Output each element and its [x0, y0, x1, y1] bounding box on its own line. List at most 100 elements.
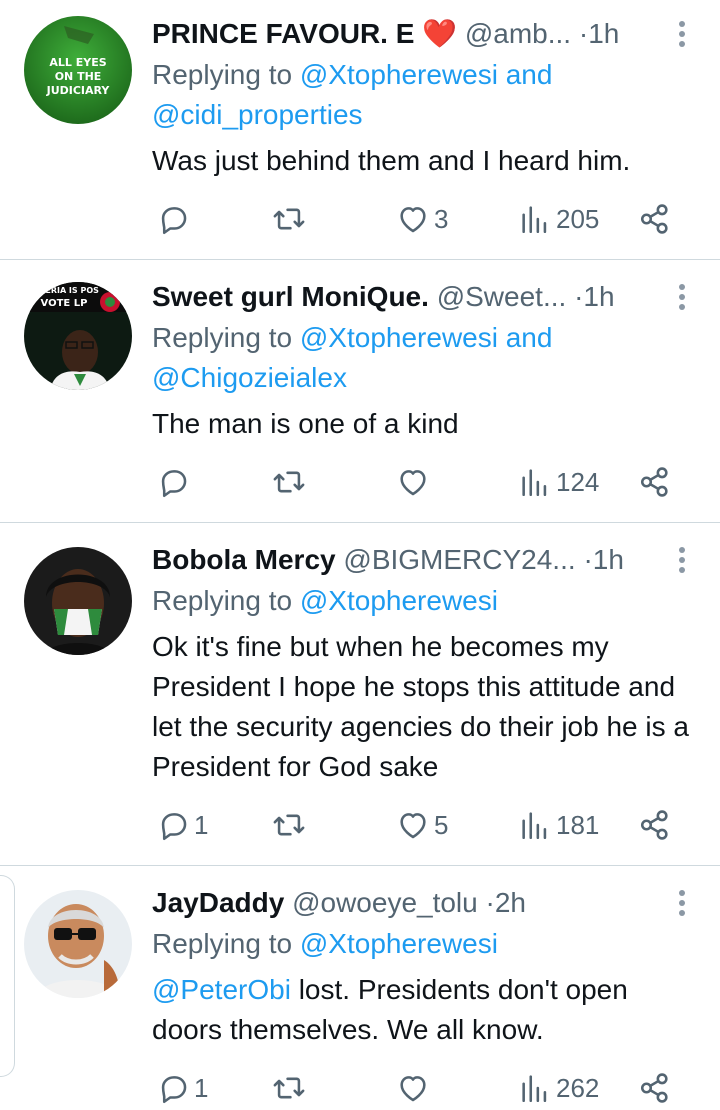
- reply-icon: [161, 207, 187, 235]
- retweet-button[interactable]: [272, 197, 310, 241]
- avatar-text-line-3: JUDICIARY: [46, 84, 111, 97]
- avatar-image: [24, 547, 132, 655]
- tweet[interactable]: NIGERIA IS POS VOTE LP Sweet gurl MoniQu…: [0, 260, 720, 523]
- heart-emoji-icon: ❤️: [422, 18, 458, 49]
- tweet-header: JayDaddy @owoeye_tolu ·2h: [152, 883, 660, 923]
- action-bar: 1 262: [152, 1066, 682, 1110]
- reply-count: 1: [194, 809, 209, 840]
- more-icon[interactable]: [672, 277, 692, 317]
- author-name[interactable]: PRINCE FAVOUR. E: [152, 18, 414, 49]
- action-bar: 3 205: [152, 197, 682, 241]
- avatar[interactable]: [24, 890, 132, 998]
- avatar-text-line-1: ALL EYES: [49, 56, 106, 69]
- reply-button[interactable]: [156, 197, 194, 241]
- views-button[interactable]: 205: [518, 197, 599, 241]
- reply-button[interactable]: [156, 460, 194, 504]
- tweet-text: @PeterObi lost. Presidents don't open do…: [152, 970, 696, 1050]
- author-name[interactable]: Sweet gurl MoniQue.: [152, 281, 429, 312]
- retweet-button[interactable]: [272, 803, 310, 847]
- retweet-icon: [273, 814, 305, 836]
- views-button[interactable]: 181: [518, 803, 599, 847]
- mention-link[interactable]: @cidi_properties: [152, 99, 363, 130]
- mention-link[interactable]: @Xtopherewesi: [300, 585, 498, 616]
- action-bar: 124: [152, 460, 682, 504]
- author-handle[interactable]: @owoeye_tolu: [292, 887, 478, 918]
- tweet[interactable]: JayDaddy @owoeye_tolu ·2h Replying to @X…: [0, 866, 720, 1104]
- separator-dot: ·: [578, 18, 589, 49]
- replying-to-label: Replying to: [152, 59, 293, 90]
- views-count: 205: [556, 203, 600, 234]
- reply-count: 1: [194, 1072, 209, 1103]
- share-button[interactable]: [638, 460, 672, 504]
- share-button[interactable]: [638, 803, 672, 847]
- author-handle[interactable]: @Sweet...: [437, 281, 567, 312]
- author-handle[interactable]: @amb...: [465, 18, 571, 49]
- like-icon: [400, 813, 426, 839]
- views-count: 262: [556, 1072, 600, 1103]
- tweet-text: Ok it's fine but when he becomes my Pres…: [152, 631, 689, 782]
- tweet[interactable]: Bobola Mercy @BIGMERCY24... ·1h Replying…: [0, 523, 720, 866]
- share-icon: [640, 810, 668, 840]
- views-button[interactable]: 124: [518, 460, 599, 504]
- reply-icon: [161, 470, 187, 498]
- tweet[interactable]: ALL EYES ON THE JUDICIARY PRINCE FAVOUR.…: [0, 0, 720, 260]
- avatar-image: [24, 890, 132, 998]
- avatar[interactable]: NIGERIA IS POS VOTE LP: [24, 282, 132, 390]
- avatar-text-line-2: VOTE LP: [41, 298, 88, 309]
- share-button[interactable]: [638, 197, 672, 241]
- separator-dot: ·: [583, 544, 593, 575]
- avatar-text-line-2: ON THE: [55, 70, 102, 83]
- avatar[interactable]: [24, 547, 132, 655]
- like-button[interactable]: [396, 460, 434, 504]
- like-button[interactable]: 5: [396, 803, 448, 847]
- author-name[interactable]: JayDaddy: [152, 887, 284, 918]
- more-icon[interactable]: [672, 14, 692, 54]
- author-name[interactable]: Bobola Mercy: [152, 544, 336, 575]
- reply-button[interactable]: 1: [156, 1066, 208, 1110]
- reply-joiner[interactable]: and: [506, 59, 553, 90]
- tweet-header: PRINCE FAVOUR. E ❤️ @amb... ·1h: [152, 14, 660, 54]
- share-icon: [640, 1073, 668, 1103]
- timestamp[interactable]: 1h: [588, 18, 619, 49]
- mention-link[interactable]: @Xtopherewesi: [300, 928, 498, 959]
- views-button[interactable]: 262: [518, 1066, 599, 1110]
- avatar-text-line-1: NIGERIA IS POS: [29, 286, 99, 295]
- tweet-text: The man is one of a kind: [152, 408, 459, 439]
- replying-to: Replying to @Xtopherewesi: [152, 924, 700, 964]
- share-button[interactable]: [638, 1066, 672, 1110]
- like-button[interactable]: 3: [396, 197, 448, 241]
- views-icon: [522, 812, 547, 840]
- like-icon: [400, 470, 426, 496]
- views-icon: [522, 206, 547, 234]
- retweet-icon: [273, 471, 305, 493]
- mention-link[interactable]: @Chigozieialex: [152, 362, 347, 393]
- retweet-icon: [273, 1077, 305, 1099]
- replying-to: Replying to @Xtopherewesi and @Chigoziei…: [152, 318, 700, 398]
- replying-to: Replying to @Xtopherewesi and @cidi_prop…: [152, 55, 700, 135]
- avatar-image: NIGERIA IS POS VOTE LP: [24, 282, 132, 390]
- more-icon[interactable]: [672, 540, 692, 580]
- timestamp[interactable]: 1h: [583, 281, 614, 312]
- reply-joiner[interactable]: and: [506, 322, 553, 353]
- views-count: 124: [556, 466, 600, 497]
- timestamp[interactable]: 1h: [593, 544, 624, 575]
- tweet-header: Bobola Mercy @BIGMERCY24... ·1h: [152, 540, 660, 580]
- mention-link[interactable]: @Xtopherewesi: [300, 59, 498, 90]
- share-icon: [640, 467, 668, 497]
- replying-to-label: Replying to: [152, 585, 293, 616]
- replying-to-label: Replying to: [152, 322, 293, 353]
- share-icon: [640, 204, 668, 234]
- reply-icon: [161, 813, 187, 841]
- avatar[interactable]: ALL EYES ON THE JUDICIARY: [24, 16, 132, 124]
- mention-link[interactable]: @PeterObi: [152, 974, 291, 1005]
- tweet-header: Sweet gurl MoniQue. @Sweet... ·1h: [152, 277, 660, 317]
- like-button[interactable]: [396, 1066, 434, 1110]
- retweet-button[interactable]: [272, 1066, 310, 1110]
- retweet-button[interactable]: [272, 460, 310, 504]
- reply-button[interactable]: 1: [156, 803, 208, 847]
- mention-link[interactable]: @Xtopherewesi: [300, 322, 498, 353]
- side-panel-edge[interactable]: [0, 875, 15, 1077]
- more-icon[interactable]: [672, 883, 692, 923]
- author-handle[interactable]: @BIGMERCY24...: [343, 544, 575, 575]
- timestamp[interactable]: 2h: [495, 887, 526, 918]
